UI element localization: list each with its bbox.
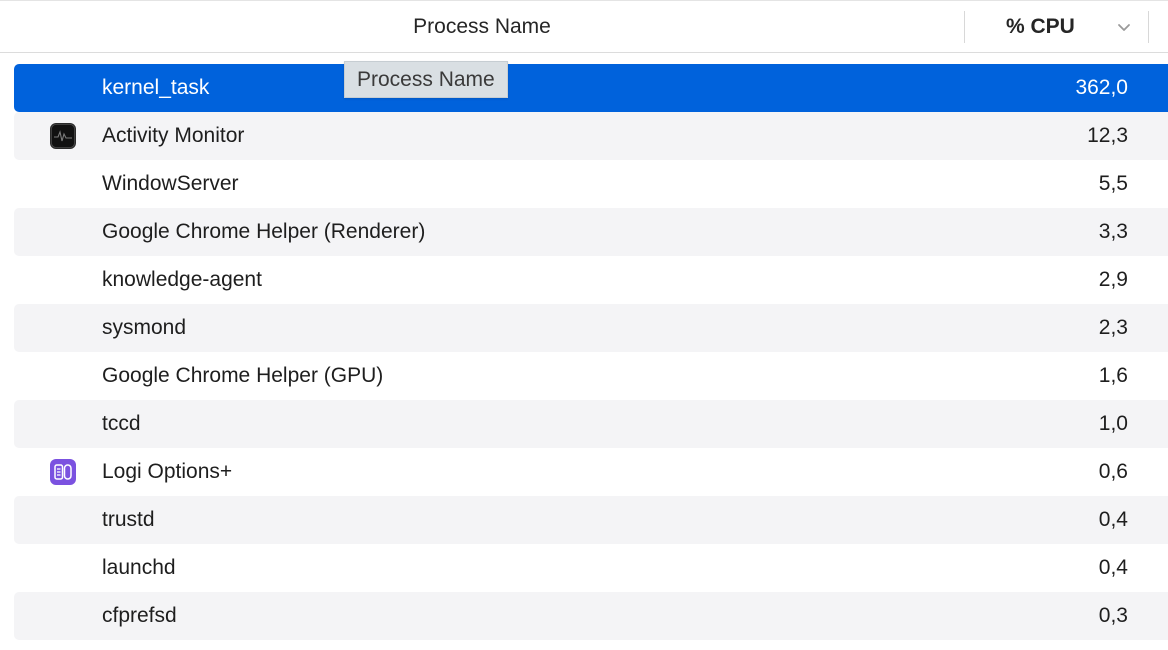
column-divider[interactable] (1148, 11, 1149, 43)
table-row[interactable]: Logi Options+ 0,6 (14, 448, 1168, 496)
process-name: Google Chrome Helper (Renderer) (102, 220, 426, 243)
table-row[interactable]: Google Chrome Helper (GPU) 1,6 (14, 352, 1168, 400)
tooltip: Process Name (344, 61, 508, 98)
table-row[interactable]: WindowServer 5,5 (14, 160, 1168, 208)
process-name: knowledge-agent (102, 268, 262, 291)
process-table: Process Name % CPU kernel_task 362,0 Act… (0, 0, 1168, 650)
process-cpu: 0,3 (1098, 604, 1128, 627)
table-row[interactable]: kernel_task 362,0 (14, 64, 1168, 112)
process-name: kernel_task (102, 76, 210, 99)
process-cpu: 1,6 (1098, 364, 1128, 387)
table-row[interactable]: sysmond 2,3 (14, 304, 1168, 352)
table-row[interactable]: Google Chrome Helper (Renderer) 3,3 (14, 208, 1168, 256)
chevron-down-icon (1118, 24, 1130, 31)
process-cpu: 5,5 (1098, 172, 1128, 195)
process-name: cfprefsd (102, 604, 177, 627)
column-header-process-name-label: Process Name (413, 15, 551, 38)
process-cpu: 2,9 (1098, 268, 1128, 291)
logi-options-icon (50, 459, 76, 485)
process-cpu: 12,3 (1087, 124, 1128, 147)
column-header-cpu[interactable]: % CPU (966, 1, 1146, 53)
table-header: Process Name % CPU (0, 0, 1168, 53)
process-cpu: 1,0 (1098, 412, 1128, 435)
table-row[interactable]: cfprefsd 0,3 (14, 592, 1168, 640)
table-row[interactable]: tccd 1,0 (14, 400, 1168, 448)
process-name: trustd (102, 508, 155, 531)
process-cpu: 2,3 (1098, 316, 1128, 339)
column-header-process-name[interactable]: Process Name (0, 1, 964, 53)
process-name: tccd (102, 412, 141, 435)
process-name: Google Chrome Helper (GPU) (102, 364, 384, 387)
process-cpu: 3,3 (1098, 220, 1128, 243)
table-row[interactable]: knowledge-agent 2,9 (14, 256, 1168, 304)
process-name: Logi Options+ (102, 460, 233, 483)
process-name: WindowServer (102, 172, 239, 195)
process-name: Activity Monitor (102, 124, 245, 147)
table-row[interactable]: Activity Monitor 12,3 (14, 112, 1168, 160)
process-name: launchd (102, 556, 176, 579)
process-list: kernel_task 362,0 Activity Monitor 12,3 … (14, 64, 1168, 640)
column-divider[interactable] (964, 11, 965, 43)
process-cpu: 0,6 (1098, 460, 1128, 483)
tooltip-text: Process Name (357, 67, 495, 91)
process-cpu: 0,4 (1098, 556, 1128, 579)
activity-monitor-icon (50, 123, 76, 149)
process-cpu: 0,4 (1098, 508, 1128, 531)
process-name: sysmond (102, 316, 187, 339)
column-header-cpu-label: % CPU (1006, 15, 1075, 38)
process-cpu: 362,0 (1075, 76, 1128, 99)
table-row[interactable]: launchd 0,4 (14, 544, 1168, 592)
table-row[interactable]: trustd 0,4 (14, 496, 1168, 544)
